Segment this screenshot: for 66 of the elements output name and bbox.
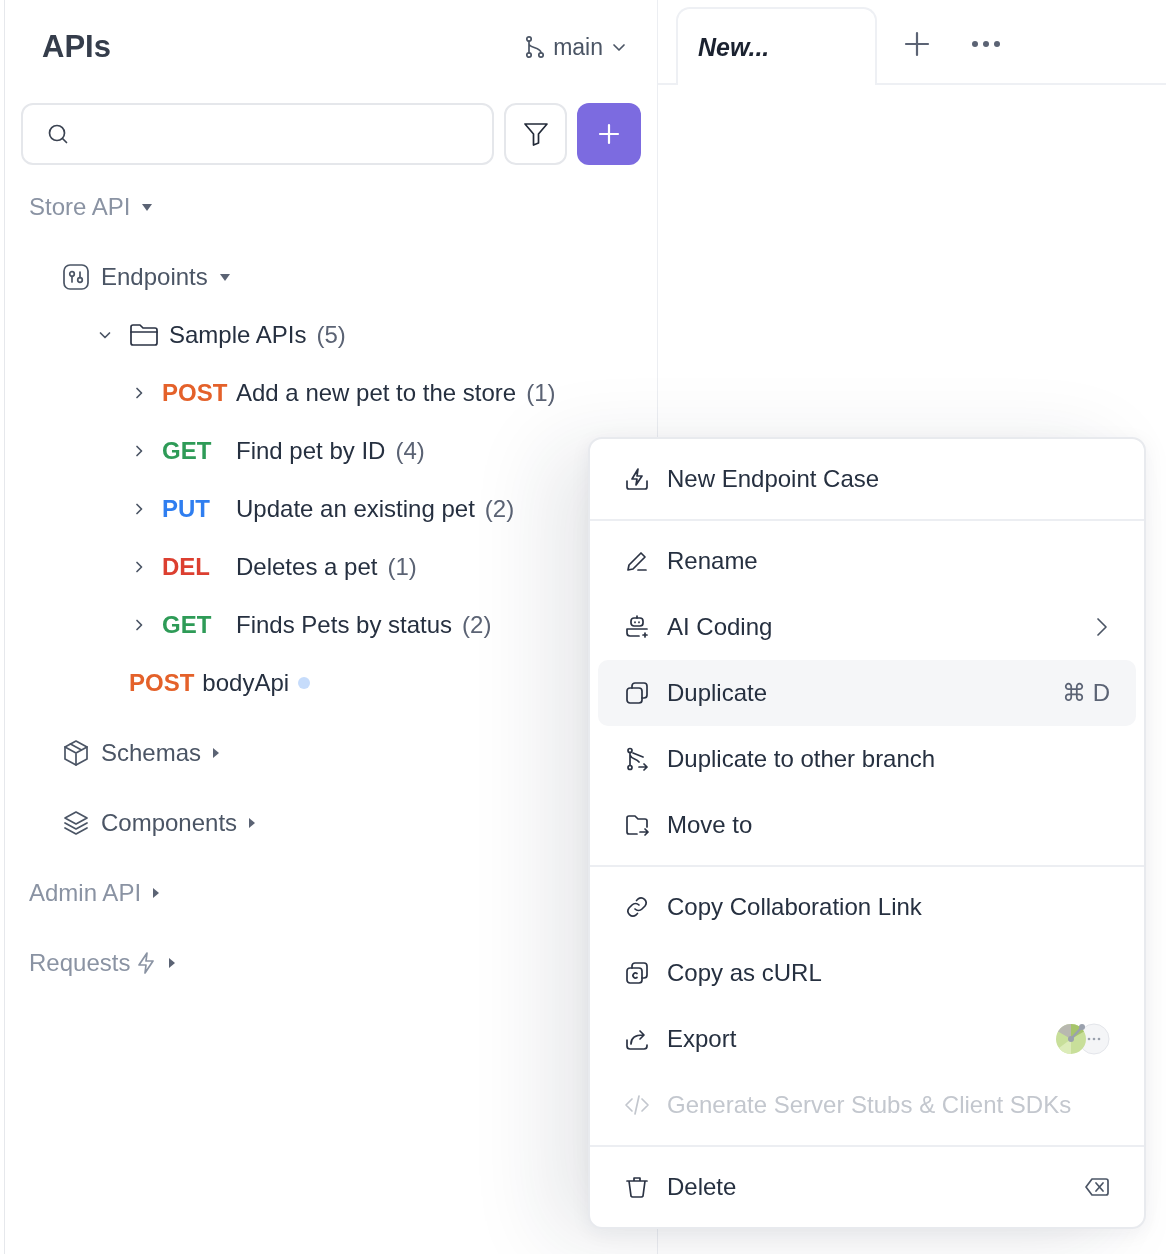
tree-item[interactable]: bodyApi [202,669,290,697]
method-label: GET [162,611,213,639]
item-count: (1) [526,379,556,407]
menu-item[interactable]: Duplicate to other branch [598,726,1136,792]
menu-item[interactable]: New Endpoint Case [598,446,1136,512]
method-label: POST [162,379,229,407]
expand-triangle-icon[interactable] [153,888,160,898]
tree-item[interactable]: Sample APIs [169,321,307,349]
tree-item[interactable]: Find pet by ID [236,437,386,465]
menu-item[interactable]: AI Coding [598,594,1136,660]
menu-item[interactable]: Export [598,1006,1136,1072]
search-field[interactable] [21,103,494,165]
method-label: POST [129,669,195,697]
tree-item[interactable]: Add a new pet to the store [236,379,517,407]
tree-item[interactable]: Deletes a pet [236,553,378,581]
menu-item[interactable]: Delete [598,1154,1136,1220]
expand-triangle-icon[interactable] [213,748,220,758]
method-label: GET [162,437,213,465]
menu-item[interactable]: Move to [598,792,1136,858]
folder-icon [129,322,159,348]
menu-item[interactable]: Copy as cURL [598,940,1136,1006]
branch-icon [525,35,546,59]
dropdown-triangle-icon[interactable] [219,273,230,281]
backspace-key-icon [1084,1176,1110,1198]
expand-triangle-icon[interactable] [169,958,176,968]
search-icon [46,122,70,146]
link-icon [624,894,650,920]
status-badge-icon [1054,1022,1110,1056]
method-label: PUT [162,495,211,523]
cube-icon [62,739,90,767]
filter-icon [521,120,550,148]
copy-c-icon [624,960,650,986]
trash-icon [624,1174,650,1200]
method-label: DEL [162,553,211,581]
menu-item[interactable]: Copy Collaboration Link [598,874,1136,940]
dropdown-triangle-icon[interactable] [142,203,153,211]
item-count: (2) [462,611,492,639]
shortcut-hint: ⌘ D [1062,679,1110,707]
robot-icon [624,614,650,640]
copy-icon [624,680,650,706]
item-count: (2) [484,495,515,523]
item-count: (4) [395,437,425,465]
menu-item[interactable]: Rename [598,528,1136,594]
api-icon [62,263,90,291]
item-count: (1) [387,553,417,581]
tree-item[interactable]: Finds Pets by status [236,611,453,639]
tree-item[interactable]: Update an existing pet [236,495,475,523]
code-icon [624,1092,650,1118]
menu-item[interactable]: Duplicate ⌘ D [598,660,1136,726]
tree-item[interactable]: Components [101,809,238,837]
filter-button[interactable] [504,103,567,165]
branch-arrow-icon [624,746,650,772]
more-icon [971,40,1001,48]
expand-triangle-icon[interactable] [249,818,256,828]
item-count: (5) [316,321,346,349]
add-button[interactable] [577,103,641,165]
tree-item[interactable]: Endpoints [101,263,208,291]
plus-icon [597,122,621,146]
tree-item[interactable]: Schemas [101,739,202,767]
layers-icon [62,809,90,837]
tab[interactable]: New... [676,7,877,85]
plus-icon [904,31,930,57]
lightning-tray-icon [624,466,650,492]
panel-title: APIs [42,29,111,65]
folder-arrow-icon [624,812,650,838]
branch-selector[interactable]: main [525,33,627,61]
